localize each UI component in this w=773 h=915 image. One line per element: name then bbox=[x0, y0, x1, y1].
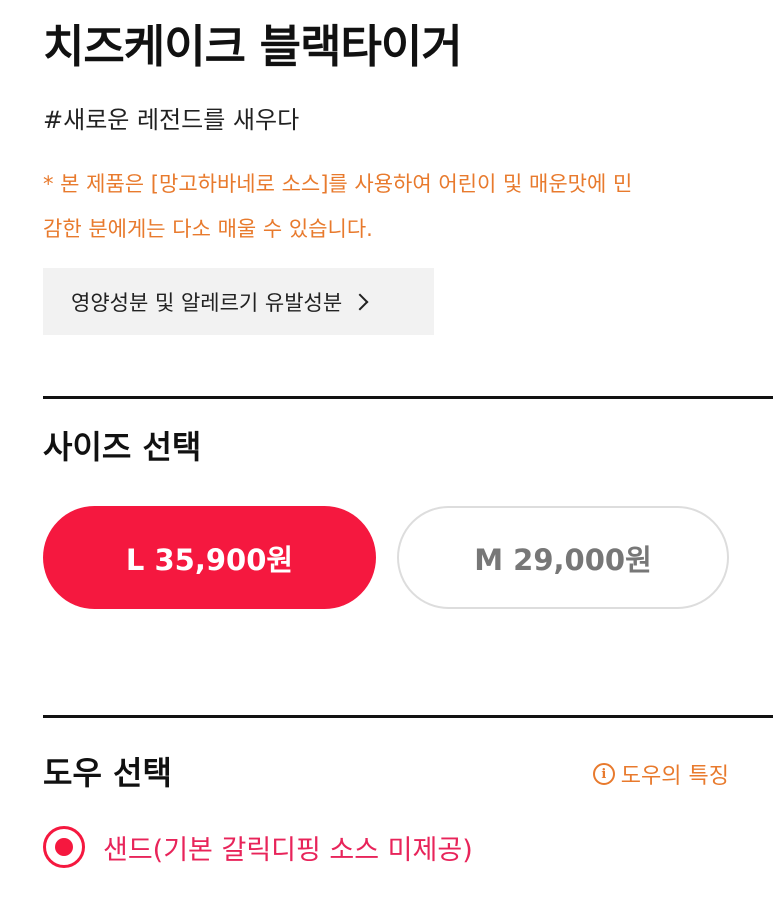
nutrition-allergy-button[interactable]: 영양성분 및 알레르기 유발성분 bbox=[43, 268, 434, 335]
section-divider bbox=[43, 396, 773, 399]
chevron-right-icon bbox=[351, 293, 369, 310]
info-circle-icon: i bbox=[592, 763, 615, 785]
section-divider bbox=[43, 715, 773, 718]
nutrition-allergy-label: 영양성분 및 알레르기 유발성분 bbox=[71, 290, 343, 315]
spicy-notice-line-2: 감한 분에게는 다소 매울 수 있습니다. bbox=[43, 217, 373, 241]
dough-option-label: 샌드(기본 갈릭디핑 소스 미제공) bbox=[103, 834, 473, 866]
spicy-notice: * 본 제품은 [망고하바네로 소스]를 사용하여 어린이 및 매운맛에 민 감… bbox=[43, 162, 743, 252]
spicy-notice-line-1: * 본 제품은 [망고하바네로 소스]를 사용하여 어린이 및 매운맛에 민 bbox=[43, 172, 633, 196]
radio-selected-icon[interactable] bbox=[43, 826, 85, 868]
product-title: 치즈케이크 블랙타이거 bbox=[43, 20, 463, 73]
radio-dot bbox=[55, 838, 73, 856]
dough-features-label: 도우의 특징 bbox=[620, 764, 729, 789]
product-detail-page: 치즈케이크 블랙타이거 #새로운 레전드를 새우다 * 본 제품은 [망고하바네… bbox=[0, 0, 773, 915]
size-section-title: 사이즈 선택 bbox=[43, 428, 202, 466]
dough-option-sand[interactable]: 샌드(기본 갈릭디핑 소스 미제공) bbox=[43, 826, 473, 868]
dough-features-link[interactable]: i 도우의 특징 bbox=[592, 758, 729, 790]
dough-section-title: 도우 선택 bbox=[43, 754, 172, 792]
product-tagline: #새로운 레전드를 새우다 bbox=[43, 106, 300, 134]
size-option-large-button[interactable]: L 35,900원 bbox=[43, 506, 376, 609]
size-option-medium-button[interactable]: M 29,000원 bbox=[397, 506, 729, 609]
